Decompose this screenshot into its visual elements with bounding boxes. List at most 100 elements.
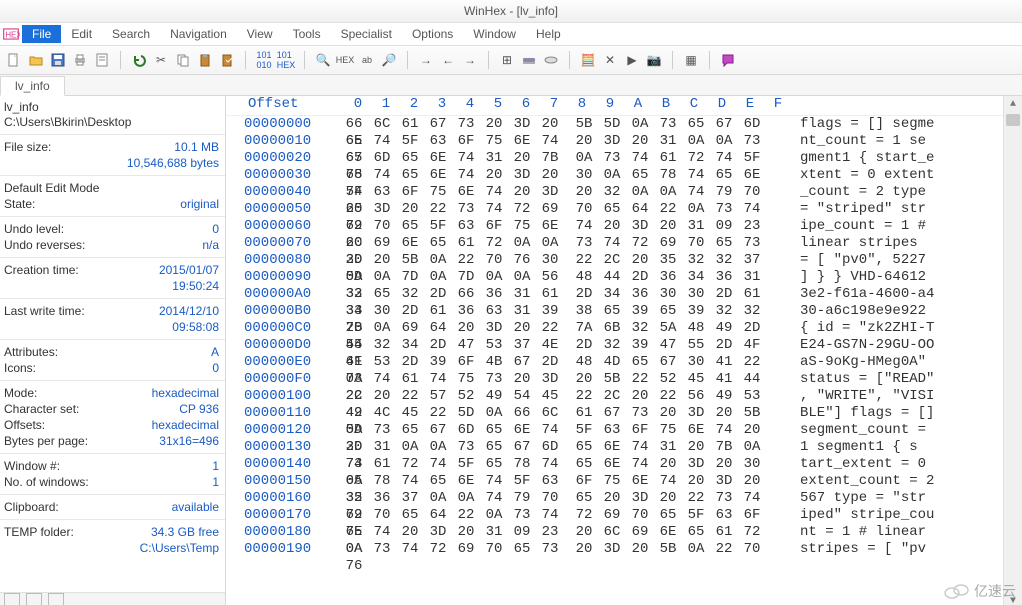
hex-row[interactable]: 00000000666C616773203D205B5D0A7365676D65… (226, 116, 1003, 133)
bytes-cell[interactable]: 6C696E6561720A0A7374726970657320 (340, 235, 788, 252)
hex-row[interactable]: 000001900A73747269706573203D205B0A227076… (226, 541, 1003, 558)
footer-icon[interactable] (4, 593, 20, 605)
hex-row[interactable]: 00000020676D656E7431207B0A73746172745F65… (226, 150, 1003, 167)
hex-row[interactable]: 000000706C696E6561720A0A7374726970657320… (226, 235, 1003, 252)
hex-row[interactable]: 000000606970655F636F756E74203D2031092320… (226, 218, 1003, 235)
ascii-cell[interactable]: ipe_count = 1 # (796, 218, 976, 235)
position-manager-icon[interactable]: ⊞ (497, 50, 517, 70)
paste-icon[interactable] (195, 50, 215, 70)
disk-icon[interactable] (541, 50, 561, 70)
bytes-cell[interactable]: 33302D61366331393865396539323220 (340, 303, 788, 320)
new-file-icon[interactable] (4, 50, 24, 70)
hex-row[interactable]: 00000150657874656E745F636F756E74203D2032… (226, 473, 1003, 490)
scroll-thumb[interactable] (1006, 114, 1020, 126)
find-hex-icon[interactable]: HEX (335, 50, 355, 70)
bytes-cell[interactable]: 424C45225D0A666C616773203D205B5D (340, 405, 788, 422)
ascii-cell[interactable]: linear stripes (796, 235, 976, 252)
ascii-cell[interactable]: 1 segment1 { s (796, 439, 976, 456)
offset-cell[interactable]: 00000090 (226, 269, 340, 286)
bytes-cell[interactable]: 676D656E7431207B0A73746172745F65 (340, 150, 788, 167)
bytes-cell[interactable]: 203D202273747269706564220A737472 (340, 201, 788, 218)
hex-row[interactable]: 000000307874656E74203D20300A657874656E74… (226, 167, 1003, 184)
bytes-cell[interactable]: 6E74203D20310923206C696E6561720A (340, 524, 788, 541)
bytes-cell[interactable]: 6970655F636F756E74203D2031092320 (340, 218, 788, 235)
offset-cell[interactable]: 00000110 (226, 405, 340, 422)
hex-editor[interactable]: Offset 0123456789ABCDEF 00000000666C6167… (226, 96, 1022, 605)
ascii-cell[interactable]: iped" stripe_cou (796, 507, 976, 524)
offset-cell[interactable]: 00000030 (226, 167, 340, 184)
bytes-cell[interactable]: 7B0A6964203D20227A6B325A48492D54 (340, 320, 788, 337)
ascii-cell[interactable]: stripes = [ "pv (796, 541, 976, 558)
ascii-cell[interactable]: nt_count = 1 se (796, 133, 976, 150)
menu-options[interactable]: Options (402, 25, 463, 43)
cut-icon[interactable]: ✂ (151, 50, 171, 70)
calculator-icon[interactable]: 🧮 (578, 50, 598, 70)
hex-row[interactable]: 000000B033302D61366331393865396539323220… (226, 303, 1003, 320)
menu-edit[interactable]: Edit (61, 25, 102, 43)
bytes-cell[interactable]: 746172745F657874656E74203D20300A (340, 456, 788, 473)
bytes-cell[interactable]: 3D205B0A22707630222C20353232370A (340, 252, 788, 269)
bytes-cell[interactable]: 7874656E74203D20300A657874656E74 (340, 167, 788, 184)
offset-cell[interactable]: 00000120 (226, 422, 340, 439)
ascii-cell[interactable]: _count = 2 type (796, 184, 976, 201)
ascii-cell[interactable]: 30-a6c198e9e922 (796, 303, 976, 320)
ascii-cell[interactable]: = [ "pv0", 5227 (796, 252, 976, 269)
offset-cell[interactable]: 00000130 (226, 439, 340, 456)
menu-file[interactable]: File (22, 25, 61, 43)
go-back-icon[interactable]: ← (438, 50, 458, 70)
bytes-cell[interactable]: 61532D396F4B672D484D65673041220A (340, 354, 788, 371)
menu-specialist[interactable]: Specialist (331, 25, 402, 43)
offset-header[interactable]: Offset (226, 96, 344, 113)
ascii-cell[interactable]: xtent = 0 extent (796, 167, 976, 184)
offset-cell[interactable]: 000000B0 (226, 303, 340, 320)
properties-icon[interactable] (92, 50, 112, 70)
find-icon[interactable]: 🔍 (313, 50, 333, 70)
help-icon[interactable] (718, 50, 738, 70)
ascii-cell[interactable]: segment_count = (796, 422, 976, 439)
bytes-cell[interactable]: 69706564220A7374726970655F636F75 (340, 507, 788, 524)
bytes-cell[interactable]: 737461747573203D205B225245414422 (340, 371, 788, 388)
ascii-cell[interactable]: BLE"] flags = [] (796, 405, 976, 422)
ascii-cell[interactable]: 567 type = "str (796, 490, 976, 507)
bytes-cell[interactable]: 4532342D4753374E2D323947552D4F4F (340, 337, 788, 354)
scroll-down-icon[interactable]: ▼ (1004, 593, 1022, 605)
ascii-cell[interactable]: E24-GS7N-29GU-OO (796, 337, 976, 354)
offset-cell[interactable]: 00000080 (226, 252, 340, 269)
footer-icon[interactable] (48, 593, 64, 605)
hex-row[interactable]: 000000C07B0A6964203D20227A6B325A48492D54… (226, 320, 1003, 337)
bytes-cell[interactable]: 0A73747269706573203D205B0A227076 (340, 541, 788, 558)
bytes-cell[interactable]: 0A7365676D656E745F636F756E74203D (340, 422, 788, 439)
offset-cell[interactable]: 000000D0 (226, 337, 340, 354)
scroll-up-icon[interactable]: ▲ (1004, 96, 1022, 112)
offset-cell[interactable]: 00000170 (226, 507, 340, 524)
offset-cell[interactable]: 00000060 (226, 218, 340, 235)
hex-row[interactable]: 000000E061532D396F4B672D484D65673041220A… (226, 354, 1003, 371)
hex-row[interactable]: 000000106E745F636F756E74203D20310A0A7365… (226, 133, 1003, 150)
ascii-cell[interactable]: 3e2-f61a-4600-a4 (796, 286, 976, 303)
offset-cell[interactable]: 000000E0 (226, 354, 340, 371)
ascii-cell[interactable]: status = ["READ" (796, 371, 976, 388)
hex-mode-icon[interactable]: 101HEX (276, 50, 296, 70)
hex-row[interactable]: 000000405F636F756E74203D20320A0A74797065… (226, 184, 1003, 201)
ascii-cell[interactable]: { id = "zk2ZHI-T (796, 320, 976, 337)
go-forward-icon[interactable]: → (460, 50, 480, 70)
menu-navigation[interactable]: Navigation (160, 25, 237, 43)
tab-lvinfo[interactable]: lv_info (0, 76, 65, 96)
find-again-icon[interactable]: 🔎 (379, 50, 399, 70)
hex-row[interactable]: 0000013020310A0A7365676D656E7431207B0A73… (226, 439, 1003, 456)
ascii-cell[interactable]: aS-9oKg-HMeg0A" (796, 354, 976, 371)
hex-row[interactable]: 00000110424C45225D0A666C616773203D205B5D… (226, 405, 1003, 422)
offset-cell[interactable]: 00000020 (226, 150, 340, 167)
ascii-cell[interactable]: = "striped" str (796, 201, 976, 218)
hex-row[interactable]: 000000F0737461747573203D205B225245414422… (226, 371, 1003, 388)
hex-row[interactable]: 000001200A7365676D656E745F636F756E74203D… (226, 422, 1003, 439)
find-text-icon[interactable]: ab (357, 50, 377, 70)
offset-cell[interactable]: 00000070 (226, 235, 340, 252)
offset-cell[interactable]: 00000010 (226, 133, 340, 150)
save-icon[interactable] (48, 50, 68, 70)
menu-window[interactable]: Window (463, 25, 526, 43)
copy-icon[interactable] (173, 50, 193, 70)
offset-cell[interactable]: 000000C0 (226, 320, 340, 337)
bytes-cell[interactable]: 20310A0A7365676D656E7431207B0A73 (340, 439, 788, 456)
offset-cell[interactable]: 00000000 (226, 116, 340, 133)
